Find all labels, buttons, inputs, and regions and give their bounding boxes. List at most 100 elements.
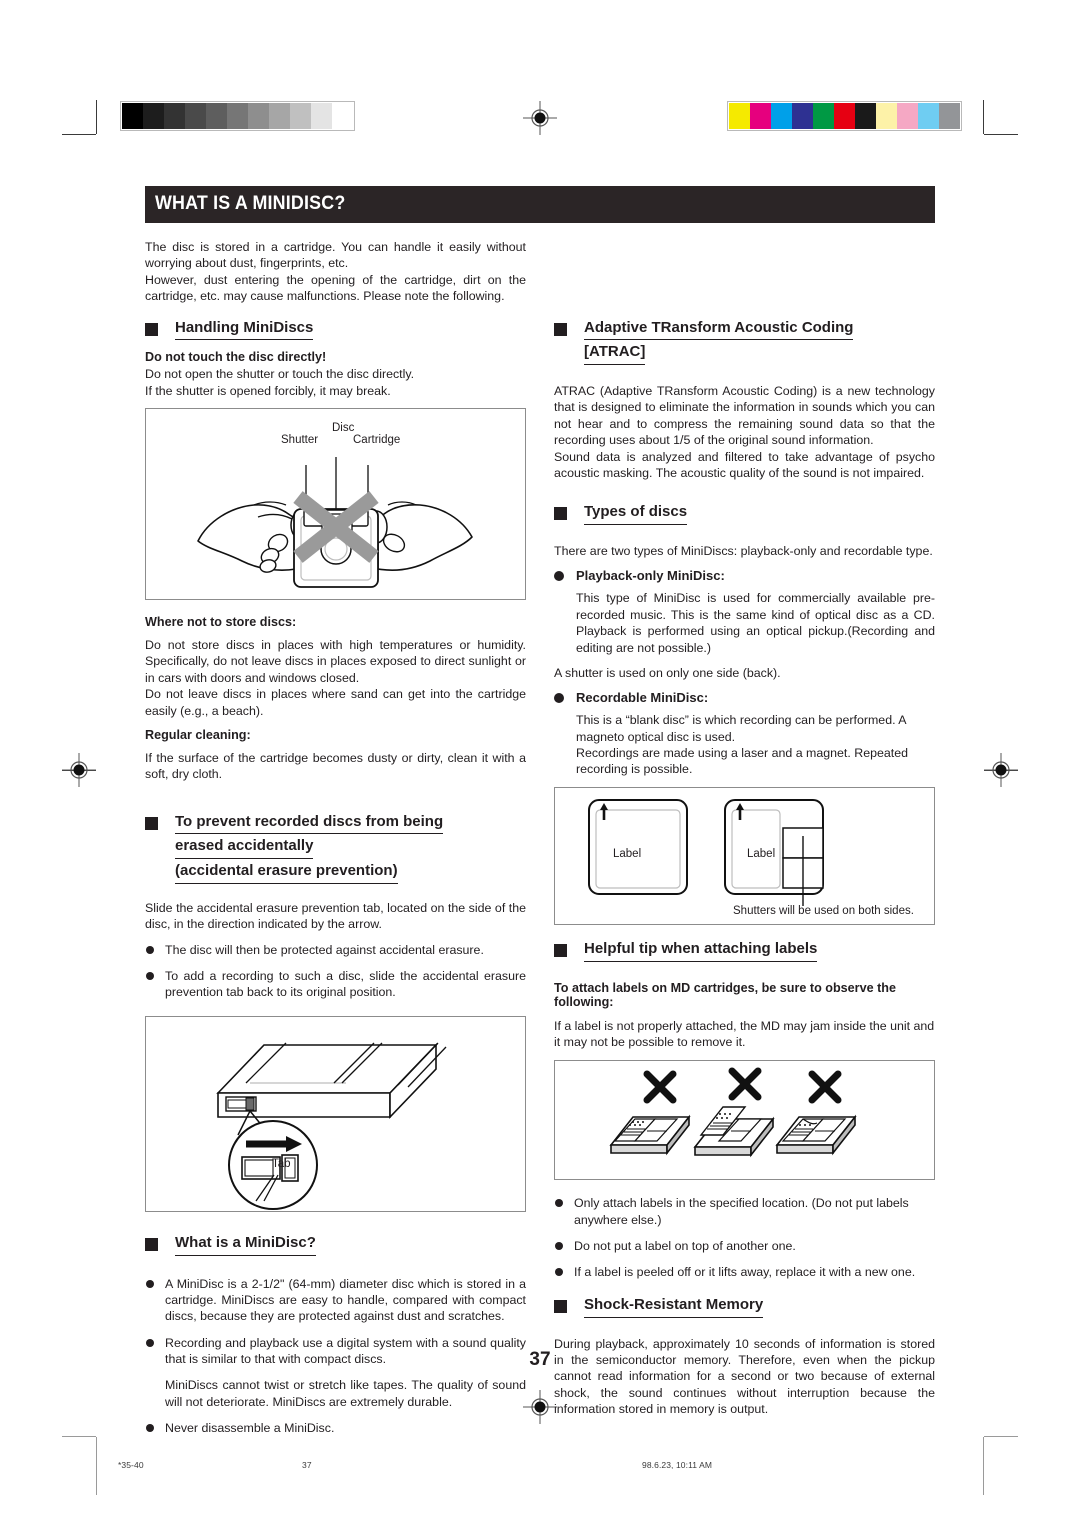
grayscale-patch-0 [122, 103, 143, 129]
figure-label-cartridge: Cartridge [353, 434, 401, 446]
figure-label-disc: Disc [332, 422, 355, 434]
section-heading-label: Shock-Resistant Memory [584, 1296, 764, 1318]
storage-body-1: Do not store discs in places with high t… [145, 638, 526, 685]
color-patch-10 [939, 103, 960, 129]
handling-minidisc-figure: Disc Shutter Cartridge [145, 408, 526, 600]
section-marker-square-icon [554, 322, 567, 336]
erasure-prevention-tab-figure: Tab [145, 1015, 526, 1212]
color-patch-8 [897, 103, 918, 129]
list-item: Never disassemble a MiniDisc. [145, 1420, 526, 1436]
recordable-body-1: This is a “blank disc” is which recordin… [576, 713, 906, 744]
figure-label-shutter: Shutter [281, 434, 319, 446]
md-cartridge-2 [693, 1106, 775, 1158]
md-cartridge-3 [775, 1114, 857, 1156]
section-marker-square-icon [554, 507, 567, 521]
color-patch-6 [855, 103, 876, 129]
footer-rule-left [62, 1436, 96, 1437]
list-item: A MiniDisc is a 2-1/2" (64-mm) diameter … [145, 1276, 526, 1325]
labels-tip-bullet-list: Only attach labels in the specified loca… [554, 1195, 935, 1281]
subhead-recordable: Recordable MiniDisc: [554, 690, 935, 705]
grayscale-patch-9 [311, 103, 332, 129]
what-is-note: MiniDiscs cannot twist or stretch like t… [165, 1378, 526, 1409]
crop-mark-top-right-h [984, 134, 1018, 135]
section-heading-label: Types of discs [584, 503, 688, 525]
color-patch-4 [813, 103, 834, 129]
cross-icon [808, 1070, 842, 1104]
section-heading-helpful-tip-labels: Helpful tip when attaching labels [554, 940, 935, 962]
section-heading-handling-minidiscs: Handling MiniDiscs [145, 319, 526, 341]
subhead-attach-labels: To attach labels on MD cartridges, be su… [554, 980, 896, 1009]
section-heading-types-of-discs: Types of discs [554, 503, 935, 525]
section-heading-label: What is a MiniDisc? [175, 1234, 316, 1256]
intro-paragraph-2: However, dust entering the opening of th… [145, 272, 526, 304]
disc-types-figure: Label Label Shutters will be used on bot… [554, 786, 935, 925]
figure-label-tab: Tab [272, 1157, 291, 1170]
cross-icon [728, 1067, 762, 1101]
grayscale-patch-4 [206, 103, 227, 129]
storage-body-2: Do not leave discs in places where sand … [145, 687, 526, 718]
grayscale-step-wedge [120, 101, 355, 131]
list-item: Only attach labels in the specified loca… [554, 1195, 935, 1228]
footer-vrule-left [96, 1437, 97, 1495]
disc-types-illustration [588, 798, 824, 906]
page-title: WHAT IS A MINIDISC? [145, 186, 935, 223]
grayscale-patch-10 [332, 103, 353, 129]
grayscale-patch-7 [269, 103, 290, 129]
section-heading-what-is-a-minidisc: What is a MiniDisc? [145, 1234, 526, 1256]
section-marker-square-icon [554, 943, 567, 957]
list-item: Do not put a label on top of another one… [554, 1238, 935, 1254]
types-intro: There are two types of MiniDiscs: playba… [554, 544, 933, 558]
cleaning-body: If the surface of the cartridge becomes … [145, 750, 526, 782]
section-marker-square-icon [145, 322, 158, 336]
section-heading-erasure-prevention: To prevent recorded discs from being era… [145, 813, 526, 884]
handling-body-2: If the shutter is opened forcibly, it ma… [145, 383, 391, 398]
registration-target-icon-left [62, 753, 96, 787]
label-dont-illustration [609, 1067, 857, 1158]
atrac-heading-line-1: Adaptive TRansform Acoustic Coding [584, 319, 854, 341]
atrac-body-1: ATRAC (Adaptive TRansform Acoustic Codin… [554, 384, 935, 448]
section-marker-square-icon [554, 1299, 567, 1313]
left-column: Handling MiniDiscs Do not touch the disc… [145, 319, 526, 1437]
footer-rule-right [984, 1436, 1018, 1437]
registration-target-icon [523, 101, 557, 135]
section-heading-shock-resistant-memory: Shock-Resistant Memory [554, 1296, 935, 1318]
label-attachment-dont-figure [554, 1060, 935, 1181]
atrac-body-2: Sound data is analyzed and filtered to t… [554, 449, 935, 480]
subhead-where-not-to-store: Where not to store discs: [145, 615, 297, 629]
erasure-tab-illustration [216, 1042, 447, 1210]
footer-file-reference: *35-40 [118, 1460, 144, 1470]
page-canvas: WHAT IS A MINIDISC? The disc is stored i… [0, 0, 1080, 1528]
color-control-bar [727, 101, 962, 131]
recordable-body-2: Recordings are made using a laser and a … [576, 746, 909, 777]
shock-body: During playback, approximately 10 second… [554, 1336, 935, 1417]
right-column: Adaptive TRansform Acoustic Coding [ATRA… [554, 319, 935, 1437]
playback-only-note: A shutter is used on only one side (back… [554, 665, 781, 680]
page-content: WHAT IS A MINIDISC? The disc is stored i… [145, 186, 935, 1437]
erasure-bullet-list: The disc will then be protected against … [145, 942, 526, 1001]
figure-caption-shutters: Shutters will be used on both sides. [733, 904, 914, 917]
color-patch-9 [918, 103, 939, 129]
playback-only-body: This type of MiniDisc is used for commer… [576, 591, 935, 655]
list-item: The disc will then be protected against … [145, 942, 526, 958]
crop-mark-top-left-v [96, 100, 97, 134]
subhead-do-not-touch: Do not touch the disc directly! [145, 350, 327, 365]
page-title-text: WHAT IS A MINIDISC? [155, 193, 346, 214]
erasure-heading-line-1: To prevent recorded discs from being [175, 813, 444, 835]
subhead-regular-cleaning: Regular cleaning: [145, 727, 251, 742]
erasure-heading-line-3: (accidental erasure prevention) [175, 862, 398, 884]
crop-mark-top-right-v [983, 100, 984, 134]
footer-vrule-right [983, 1437, 984, 1495]
footer-timestamp: 98.6.23, 10:11 AM [642, 1460, 713, 1470]
erasure-heading-line-2: erased accidentally [175, 837, 314, 860]
grayscale-patch-5 [227, 103, 248, 129]
subhead-playback-only: Playback-only MiniDisc: [554, 568, 935, 583]
color-patch-5 [834, 103, 855, 129]
figure-label-right: Label [747, 847, 776, 860]
section-heading-label: Helpful tip when attaching labels [584, 940, 818, 962]
labels-tip-body: If a label is not properly attached, the… [554, 1018, 935, 1049]
color-patch-1 [750, 103, 771, 129]
color-patch-3 [792, 103, 813, 129]
grayscale-patch-6 [248, 103, 269, 129]
section-heading-atrac: Adaptive TRansform Acoustic Coding [ATRA… [554, 319, 935, 365]
grayscale-patch-2 [164, 103, 185, 129]
